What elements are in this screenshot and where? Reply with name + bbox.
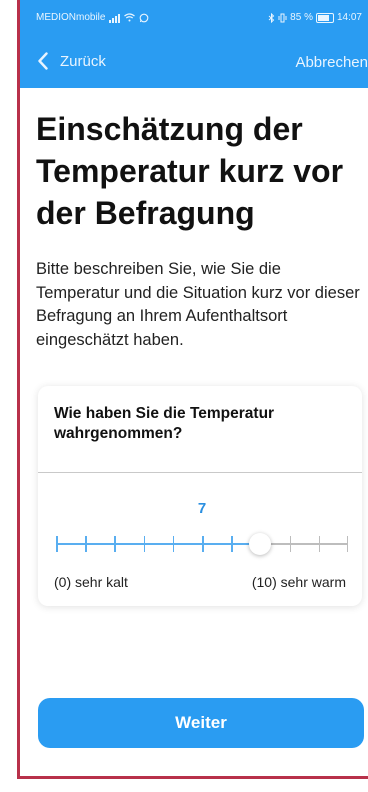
- back-button-label: Zurück: [60, 52, 106, 70]
- slider-tick: [289, 536, 292, 552]
- slider-tick: [231, 536, 233, 552]
- status-right: 85 % 14:07: [268, 12, 362, 23]
- slider-tick: [143, 536, 146, 552]
- slider-tick: [346, 536, 348, 552]
- page-title: Einschätzung der Temperatur kurz vor der…: [36, 111, 344, 231]
- battery-icon: [315, 12, 334, 23]
- window-frame-bottom: [0, 776, 368, 792]
- vibrate-icon: [278, 13, 287, 22]
- cancel-button[interactable]: Abbrechen: [295, 54, 368, 71]
- whatsapp-icon: [140, 13, 149, 22]
- bluetooth-icon: [268, 12, 275, 23]
- slider-tick: [56, 536, 58, 552]
- slider-max-label: (10) sehr warm: [251, 574, 346, 590]
- battery-percent: 85 %: [290, 12, 313, 23]
- slider-tick: [114, 536, 116, 552]
- question-text: Wie haben Sie die Temperatur wahrgenomme…: [54, 405, 275, 442]
- slider-tick: [318, 536, 321, 552]
- slider-tick: [85, 536, 87, 552]
- status-time: 14:07: [336, 12, 362, 23]
- phone-screen: MEDIONmobile 85 % 14:07 Zurück Abbrechen…: [20, 0, 368, 776]
- slider-value: 7: [197, 500, 207, 517]
- frame-border-bottom: [17, 776, 368, 779]
- chevron-left-icon: [38, 52, 48, 70]
- status-bar: MEDIONmobile 85 % 14:07: [20, 0, 368, 40]
- temperature-slider[interactable]: [56, 532, 348, 556]
- page-description: Bitte beschreiben Sie, wie Sie die Tempe…: [36, 260, 360, 349]
- slider-tick: [202, 536, 204, 552]
- card-divider: [38, 472, 362, 473]
- back-button[interactable]: Zurück: [38, 52, 106, 70]
- next-button[interactable]: Weiter: [38, 698, 364, 748]
- navigation-bar: Zurück Abbrechen: [20, 40, 368, 88]
- window-frame-left: [0, 0, 22, 792]
- question-card: Wie haben Sie die Temperatur wahrgenomme…: [38, 386, 362, 606]
- carrier-label: MEDIONmobile: [36, 12, 106, 23]
- slider-thumb[interactable]: [249, 533, 272, 555]
- wifi-icon: [124, 13, 136, 22]
- slider-tick: [172, 536, 175, 552]
- signal-icon: [109, 13, 121, 23]
- status-left: MEDIONmobile: [36, 12, 149, 23]
- slider-min-label: (0) sehr kalt: [54, 574, 128, 590]
